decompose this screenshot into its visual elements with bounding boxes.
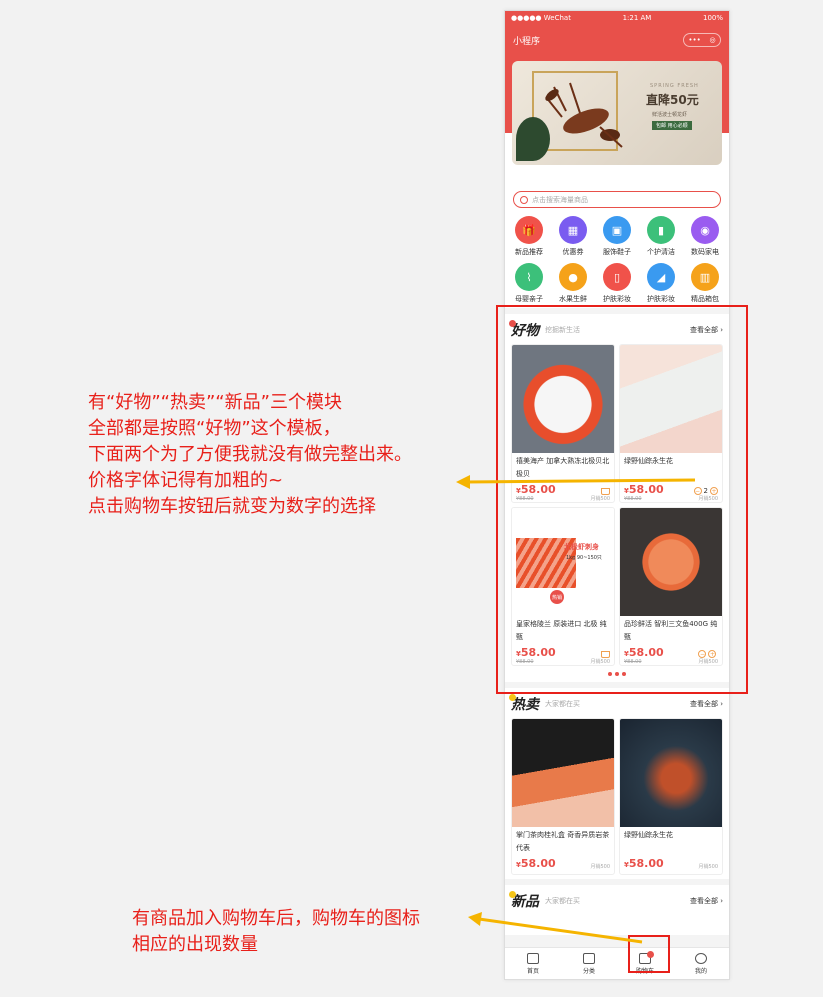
banner-button[interactable]: 包邮 用心必顺: [652, 121, 692, 130]
module-remai: 热卖 大家都在买 查看全部 › 掌门茶肉桂礼盒 奇香异质岩茶代表 ¥58.00 …: [505, 688, 729, 879]
promo-banner[interactable]: SPRING FRESH 直降50元 鲜活波士顿龙虾 包邮 用心必顺: [512, 61, 722, 165]
module-header: 热卖 大家都在买 查看全部 ›: [509, 694, 723, 714]
bottle-icon: ▮: [647, 216, 675, 244]
category-item[interactable]: ⌇ 母婴亲子: [507, 263, 551, 304]
home-icon: [527, 952, 539, 964]
coupon-icon: ▦: [559, 216, 587, 244]
gift-icon: 🎁: [515, 216, 543, 244]
category-item[interactable]: ▦ 优惠券: [551, 216, 595, 257]
bag-icon: ▥: [691, 263, 719, 291]
module-subtitle: 大家都在买: [545, 700, 580, 708]
banner-headline: 直降50元: [646, 93, 699, 107]
module-logo: 热卖: [509, 694, 539, 714]
product-name: 绿野仙踪永生花: [624, 831, 673, 839]
category-item[interactable]: ▥ 精品箱包: [683, 263, 727, 304]
product-price: ¥58.00: [516, 857, 556, 870]
product-card[interactable]: 绿野仙踪永生花 ¥58.00 月销500: [619, 718, 723, 875]
arrow-to-cart: [468, 912, 643, 944]
module-subtitle: 大家都在买: [545, 897, 580, 905]
view-all-link[interactable]: 查看全部 ›: [690, 896, 723, 906]
category-item[interactable]: ▣ 服饰鞋子: [595, 216, 639, 257]
banner-subline: 鲜活波士顿龙虾: [652, 112, 688, 118]
category-grid: 🎁 新品推荐 ▦ 优惠券 ▣ 服饰鞋子 ▮ 个护清洁 ◉ 数码家电 ⌇ 母婴亲子 ● 水果生鲜…: [505, 210, 729, 308]
mini-program-capsule[interactable]: ••• ◎: [683, 33, 721, 47]
lipstick-icon: ▯: [603, 263, 631, 291]
module-logo: 新品: [509, 891, 539, 911]
banner-tagline: SPRING FRESH: [650, 83, 699, 89]
product-image: [512, 719, 614, 827]
category-item[interactable]: ▮ 个护清洁: [639, 216, 683, 257]
search-placeholder: 点击搜索海量商品: [532, 195, 588, 204]
view-all-link[interactable]: 查看全部 ›: [690, 699, 723, 709]
category-item[interactable]: ◢ 护肤彩妆: [639, 263, 683, 304]
category-icon: [583, 952, 595, 964]
user-icon: [695, 952, 707, 964]
monthly-sales: 月销500: [590, 864, 610, 870]
search-area: 点击搜索海量商品: [505, 185, 729, 210]
search-icon: [520, 195, 528, 204]
tab-bar: 首页 分类 购物车 我的: [505, 947, 729, 979]
module-header: 新品 大家都在买 查看全部 ›: [509, 891, 723, 911]
banner-area: SPRING FRESH 直降50元 鲜活波士顿龙虾 包邮 用心必顺: [505, 55, 729, 185]
battery-label: 100%: [702, 14, 723, 22]
annotation-note-modules: 有“好物”“热卖”“新品”三个模块 全部都是按照“好物”这个模板， 下面两个为了…: [88, 392, 412, 517]
page-title: 小程序: [513, 36, 541, 47]
nav-bar: 小程序 ••• ◎: [505, 25, 729, 55]
monthly-sales: 月销500: [698, 864, 718, 870]
annotation-note-cart: 有商品加入购物车后，购物车的图标 相应的出现数量: [132, 908, 420, 955]
washer-icon: ◉: [691, 216, 719, 244]
carrier-label: ●●●●● WeChat: [511, 14, 571, 22]
tab-category[interactable]: 分类: [561, 948, 617, 979]
search-input[interactable]: 点击搜索海量商品: [513, 191, 721, 208]
shoe-icon: ◢: [647, 263, 675, 291]
product-grid: 掌门茶肉桂礼盒 奇香异质岩茶代表 ¥58.00 月销500 绿野仙踪永生花 ¥5…: [511, 718, 723, 875]
tab-profile[interactable]: 我的: [673, 948, 729, 979]
close-icon[interactable]: ◎: [710, 36, 716, 44]
product-price: ¥58.00: [624, 857, 664, 870]
category-item[interactable]: ▯ 护肤彩妆: [595, 263, 639, 304]
category-item[interactable]: ◉ 数码家电: [683, 216, 727, 257]
product-card[interactable]: 掌门茶肉桂礼盒 奇香异质岩茶代表 ¥58.00 月销500: [511, 718, 615, 875]
orange-icon: ●: [559, 263, 587, 291]
shirt-icon: ▣: [603, 216, 631, 244]
clock: 1:21 AM: [622, 14, 652, 22]
category-item[interactable]: 🎁 新品推荐: [507, 216, 551, 257]
more-icon[interactable]: •••: [688, 36, 700, 44]
status-bar: ●●●●● WeChat 1:21 AM 100%: [505, 11, 729, 25]
arrow-to-module: [456, 475, 696, 489]
product-name: 掌门茶肉桂礼盒 奇香异质岩茶代表: [516, 831, 610, 852]
category-item[interactable]: ● 水果生鲜: [551, 263, 595, 304]
bottle-baby-icon: ⌇: [515, 263, 543, 291]
product-image: [620, 719, 722, 827]
tab-home[interactable]: 首页: [505, 948, 561, 979]
lobster-image-icon: [545, 82, 623, 148]
